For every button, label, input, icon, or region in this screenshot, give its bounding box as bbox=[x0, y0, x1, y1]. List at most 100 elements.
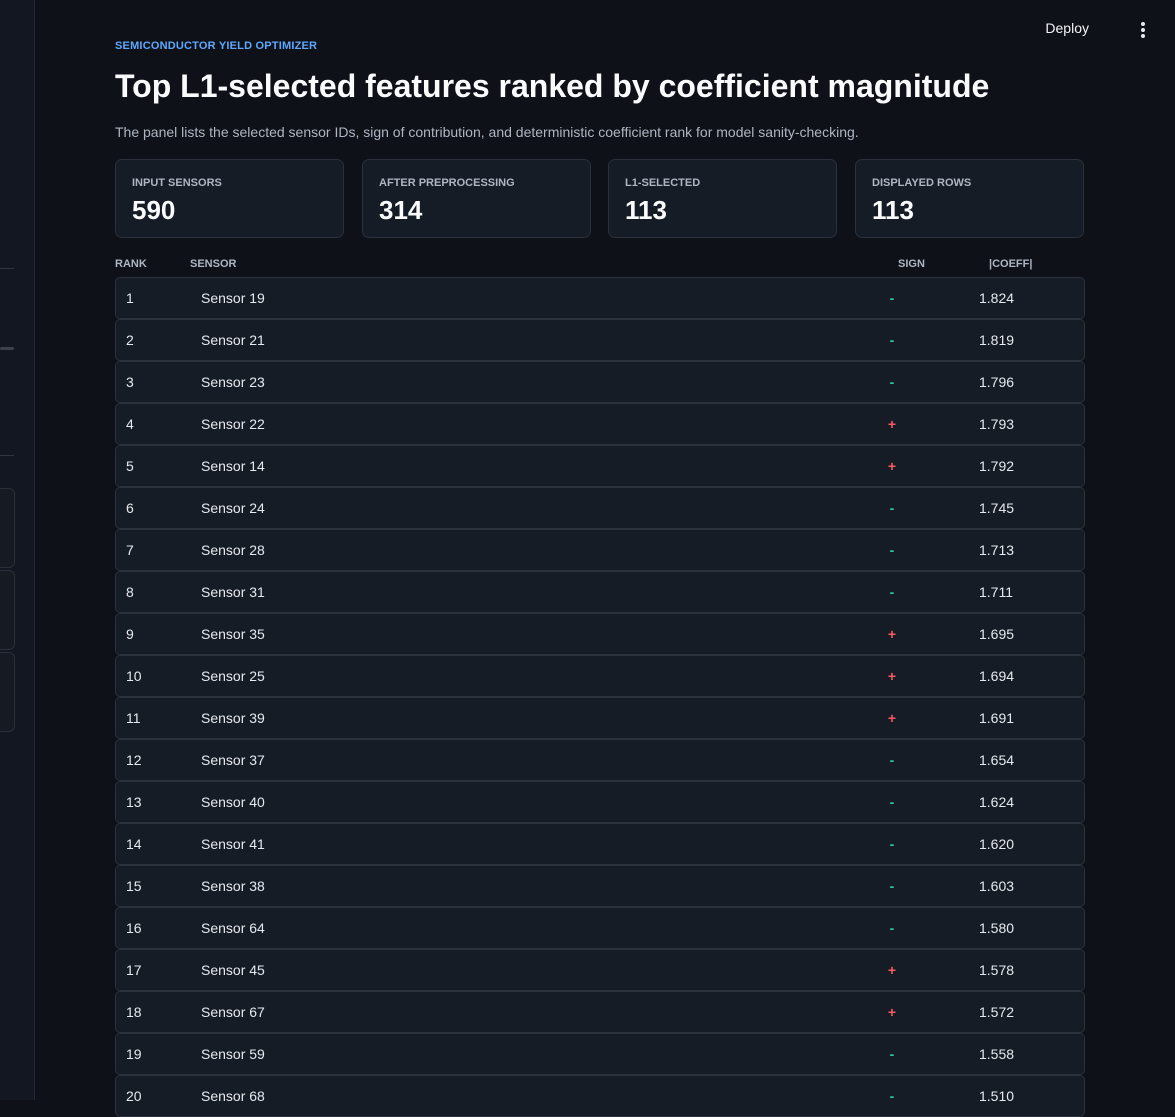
coeff-cell: 1.691 bbox=[979, 710, 1015, 726]
coeff-cell: 1.695 bbox=[979, 626, 1015, 642]
sign-cell: - bbox=[889, 920, 895, 936]
rank-cell: 15 bbox=[126, 878, 142, 894]
sign-cell: - bbox=[889, 374, 895, 390]
sign-cell: - bbox=[889, 878, 895, 894]
rank-cell: 17 bbox=[126, 962, 142, 978]
sidebar-scroll-thumb[interactable] bbox=[0, 347, 14, 350]
rank-cell: 11 bbox=[126, 710, 141, 726]
column-header-sensor: SENSOR bbox=[190, 258, 237, 270]
sign-cell: - bbox=[889, 1088, 895, 1104]
more-vertical-icon[interactable] bbox=[1137, 20, 1149, 40]
sensor-cell: Sensor 22 bbox=[201, 416, 265, 432]
coeff-cell: 1.745 bbox=[979, 500, 1015, 516]
table-row[interactable]: 13 Sensor 40 - 1.624 bbox=[115, 781, 1085, 823]
sign-cell: - bbox=[889, 836, 895, 852]
table-row[interactable]: 10 Sensor 25 +1.694 bbox=[115, 655, 1085, 697]
table-header: RANK SENSOR SIGN |COEFF| bbox=[115, 258, 1085, 274]
sensor-cell: Sensor 59 bbox=[201, 1046, 265, 1062]
table-row[interactable]: 3 Sensor 23 - 1.796 bbox=[115, 361, 1085, 403]
table-row[interactable]: 2 Sensor 21 - 1.819 bbox=[115, 319, 1085, 361]
metric-value: 113 bbox=[625, 195, 667, 225]
metric-label: DISPLAYED ROWS bbox=[872, 177, 972, 189]
sensor-cell: Sensor 45 bbox=[201, 962, 265, 978]
rank-cell: 14 bbox=[126, 836, 142, 852]
sidebar-divider bbox=[0, 268, 14, 269]
sensor-cell: Sensor 64 bbox=[201, 920, 265, 936]
table-row[interactable]: 16 Sensor 64 - 1.580 bbox=[115, 907, 1085, 949]
sign-cell: - bbox=[889, 752, 895, 768]
sensor-cell: Sensor 68 bbox=[201, 1088, 265, 1104]
sign-cell: + bbox=[887, 458, 897, 474]
table-row[interactable]: 8 Sensor 31 - 1.711 bbox=[115, 571, 1085, 613]
table-row[interactable]: 6 Sensor 24 - 1.745 bbox=[115, 487, 1085, 529]
metric-value: 113 bbox=[872, 195, 914, 225]
sensor-cell: Sensor 37 bbox=[201, 752, 265, 768]
sign-cell: + bbox=[887, 1004, 897, 1020]
rank-cell: 12 bbox=[126, 752, 142, 768]
coeff-cell: 1.796 bbox=[979, 374, 1015, 390]
sensor-cell: Sensor 14 bbox=[201, 458, 265, 474]
sign-cell: + bbox=[887, 626, 897, 642]
sensor-cell: Sensor 25 bbox=[201, 668, 265, 684]
sidebar-card[interactable] bbox=[0, 488, 15, 568]
rank-cell: 18 bbox=[126, 1004, 142, 1020]
page-subtitle: The panel lists the selected sensor IDs,… bbox=[115, 124, 859, 140]
rank-cell: 16 bbox=[126, 920, 142, 936]
sensor-cell: Sensor 41 bbox=[201, 836, 265, 852]
table-row[interactable]: 19 Sensor 59 - 1.558 bbox=[115, 1033, 1085, 1075]
table-row[interactable]: 15 Sensor 38 - 1.603 bbox=[115, 865, 1085, 907]
metric-label: INPUT SENSORS bbox=[132, 177, 222, 189]
coeff-cell: 1.824 bbox=[979, 290, 1015, 306]
table-row[interactable]: 11 Sensor 39 +1.691 bbox=[115, 697, 1085, 739]
sign-cell: - bbox=[889, 542, 895, 558]
coeff-cell: 1.711 bbox=[979, 584, 1013, 600]
sidebar-card[interactable] bbox=[0, 570, 15, 650]
sensor-cell: Sensor 21 bbox=[201, 332, 265, 348]
sidebar-card[interactable] bbox=[0, 652, 15, 732]
table-row[interactable]: 1 Sensor 19 - 1.824 bbox=[115, 277, 1085, 319]
table-row[interactable]: 20 Sensor 68 - 1.510 bbox=[115, 1075, 1085, 1117]
table-row[interactable]: 9 Sensor 35 +1.695 bbox=[115, 613, 1085, 655]
rank-cell: 4 bbox=[126, 416, 134, 432]
coeff-cell: 1.510 bbox=[979, 1088, 1015, 1104]
column-header-rank: RANK bbox=[115, 258, 147, 270]
coeff-cell: 1.792 bbox=[979, 458, 1015, 474]
sensor-cell: Sensor 67 bbox=[201, 1004, 265, 1020]
coeff-cell: 1.713 bbox=[979, 542, 1015, 558]
table-row[interactable]: 18 Sensor 67 +1.572 bbox=[115, 991, 1085, 1033]
table-row[interactable]: 17 Sensor 45 +1.578 bbox=[115, 949, 1085, 991]
rank-cell: 5 bbox=[126, 458, 134, 474]
rank-cell: 6 bbox=[126, 500, 134, 516]
metric-label: AFTER PREPROCESSING bbox=[379, 177, 515, 189]
feature-table: 1 Sensor 19 - 1.824 2 Sensor 21 - 1.819 3 Sensor … bbox=[115, 277, 1085, 1117]
coeff-cell: 1.620 bbox=[979, 836, 1015, 852]
sensor-cell: Sensor 31 bbox=[201, 584, 265, 600]
sign-cell: - bbox=[889, 290, 895, 306]
rank-cell: 13 bbox=[126, 794, 142, 810]
sensor-cell: Sensor 38 bbox=[201, 878, 265, 894]
metric-card-displayed-rows: DISPLAYED ROWS 113 bbox=[855, 159, 1084, 238]
deploy-button[interactable]: Deploy bbox=[1045, 20, 1089, 36]
app-eyebrow: SEMICONDUCTOR YIELD OPTIMIZER bbox=[115, 40, 318, 52]
sensor-cell: Sensor 39 bbox=[201, 710, 265, 726]
table-row[interactable]: 7 Sensor 28 - 1.713 bbox=[115, 529, 1085, 571]
sign-cell: - bbox=[889, 794, 895, 810]
coeff-cell: 1.580 bbox=[979, 920, 1015, 936]
rank-cell: 20 bbox=[126, 1088, 142, 1104]
sensor-cell: Sensor 35 bbox=[201, 626, 265, 642]
coeff-cell: 1.624 bbox=[979, 794, 1015, 810]
table-row[interactable]: 4 Sensor 22 +1.793 bbox=[115, 403, 1085, 445]
table-row[interactable]: 5 Sensor 14 +1.792 bbox=[115, 445, 1085, 487]
table-row[interactable]: 12 Sensor 37 - 1.654 bbox=[115, 739, 1085, 781]
table-row[interactable]: 14 Sensor 41 - 1.620 bbox=[115, 823, 1085, 865]
column-header-coeff: |COEFF| bbox=[989, 258, 1033, 270]
coeff-cell: 1.578 bbox=[979, 962, 1015, 978]
coeff-cell: 1.819 bbox=[979, 332, 1015, 348]
coeff-cell: 1.572 bbox=[979, 1004, 1015, 1020]
rank-cell: 9 bbox=[126, 626, 134, 642]
sign-cell: + bbox=[887, 668, 897, 684]
coeff-cell: 1.694 bbox=[979, 668, 1015, 684]
metric-card-l1-selected: L1-SELECTED 113 bbox=[608, 159, 837, 238]
metric-label: L1-SELECTED bbox=[625, 177, 701, 189]
page-title: Top L1-selected features ranked by coeff… bbox=[115, 68, 990, 104]
